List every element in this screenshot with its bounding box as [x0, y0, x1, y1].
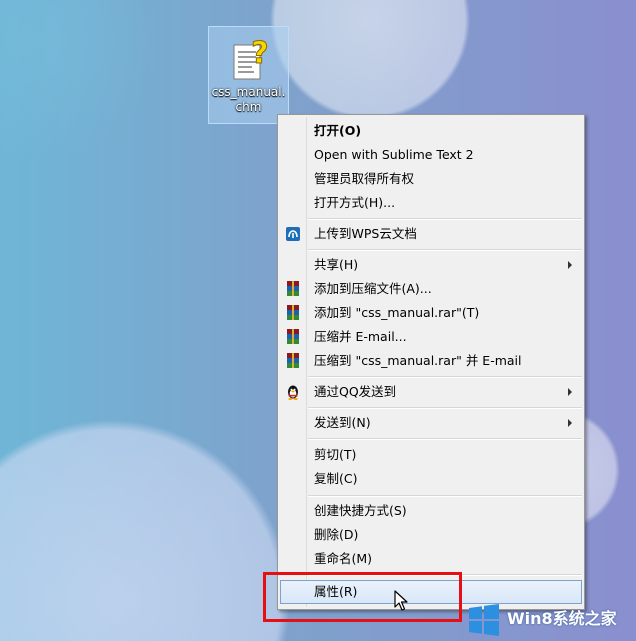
menu-separator — [308, 376, 582, 378]
menu-item-open-with[interactable]: 打开方式(H)... — [280, 191, 582, 215]
chm-help-file-icon: ? — [233, 36, 269, 80]
menu-item-add-to-archive[interactable]: 添加到压缩文件(A)... — [280, 277, 582, 301]
menu-item-compress-rar-email[interactable]: 压缩到 "css_manual.rar" 并 E-mail — [280, 349, 582, 373]
menu-item-label: 重命名(M) — [314, 551, 373, 566]
submenu-arrow-icon — [568, 419, 572, 427]
submenu-arrow-icon — [568, 261, 572, 269]
mouse-cursor-icon — [394, 590, 408, 611]
menu-item-compress-email[interactable]: 压缩并 E-mail... — [280, 325, 582, 349]
menu-separator — [308, 407, 582, 409]
qq-penguin-icon — [288, 385, 298, 400]
menu-item-label: 剪切(T) — [314, 447, 357, 462]
svg-text:?: ? — [251, 36, 268, 71]
menu-item-label: 管理员取得所有权 — [314, 171, 415, 186]
context-menu: 打开(O) Open with Sublime Text 2 管理员取得所有权 … — [277, 114, 585, 610]
menu-item-open[interactable]: 打开(O) — [280, 119, 582, 143]
menu-item-label: 打开(O) — [314, 123, 362, 138]
menu-item-create-shortcut[interactable]: 创建快捷方式(S) — [280, 499, 582, 523]
submenu-arrow-icon — [568, 388, 572, 396]
menu-item-cut[interactable]: 剪切(T) — [280, 443, 582, 467]
menu-item-add-to-rar[interactable]: 添加到 "css_manual.rar"(T) — [280, 301, 582, 325]
menu-item-copy[interactable]: 复制(C) — [280, 467, 582, 491]
menu-item-label: 打开方式(H)... — [314, 195, 396, 210]
menu-item-label: 删除(D) — [314, 527, 359, 542]
menu-item-label: Open with Sublime Text 2 — [314, 147, 474, 162]
menu-separator — [308, 218, 582, 220]
menu-item-send-to[interactable]: 发送到(N) — [280, 411, 582, 435]
menu-item-share[interactable]: 共享(H) — [280, 253, 582, 277]
menu-item-label: 添加到 "css_manual.rar"(T) — [314, 305, 480, 320]
winrar-icon — [287, 305, 299, 320]
menu-item-label: 创建快捷方式(S) — [314, 503, 407, 518]
menu-item-label: 复制(C) — [314, 471, 358, 486]
menu-item-label: 压缩到 "css_manual.rar" 并 E-mail — [314, 353, 522, 368]
menu-item-label: 共享(H) — [314, 257, 359, 272]
watermark: Win8系统之家 — [467, 603, 627, 637]
desktop-file-icon[interactable]: ? css_manual.chm — [208, 26, 289, 124]
menu-item-take-ownership[interactable]: 管理员取得所有权 — [280, 167, 582, 191]
menu-item-label: 添加到压缩文件(A)... — [314, 281, 432, 296]
menu-separator — [308, 438, 582, 440]
menu-item-delete[interactable]: 删除(D) — [280, 523, 582, 547]
file-name-label: css_manual.chm — [211, 85, 286, 114]
menu-item-send-via-qq[interactable]: 通过QQ发送到 — [280, 380, 582, 404]
menu-item-open-with-sublime[interactable]: Open with Sublime Text 2 — [280, 143, 582, 167]
menu-item-label: 发送到(N) — [314, 415, 371, 430]
menu-item-label: 上传到WPS云文档 — [314, 226, 417, 241]
menu-item-label: 压缩并 E-mail... — [314, 329, 407, 344]
highlight-box — [263, 572, 462, 622]
winrar-icon — [287, 329, 299, 344]
menu-item-label: 通过QQ发送到 — [314, 384, 397, 399]
winrar-icon — [287, 353, 299, 368]
winrar-icon — [287, 281, 299, 296]
wps-cloud-icon — [286, 227, 300, 241]
menu-item-rename[interactable]: 重命名(M) — [280, 547, 582, 571]
menu-item-upload-wps[interactable]: 上传到WPS云文档 — [280, 222, 582, 246]
menu-separator — [308, 495, 582, 497]
watermark-text: Win8系统之家 — [507, 609, 617, 628]
menu-separator — [308, 249, 582, 251]
windows-logo-icon — [469, 604, 499, 636]
